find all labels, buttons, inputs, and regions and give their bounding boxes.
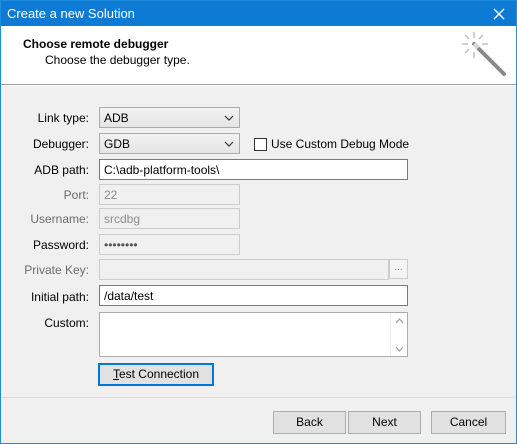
port-label: Port: bbox=[63, 188, 89, 202]
browse-button[interactable]: ... bbox=[389, 259, 408, 279]
close-icon bbox=[493, 8, 505, 19]
cancel-button[interactable]: Cancel bbox=[431, 411, 506, 434]
close-button[interactable] bbox=[482, 1, 516, 26]
private-key-label: Private Key: bbox=[24, 263, 89, 277]
password-label: Password: bbox=[32, 238, 89, 252]
debugger-value: GDB bbox=[104, 137, 131, 151]
footer-divider bbox=[1, 397, 516, 398]
test-connection-label: est Connection bbox=[118, 367, 200, 381]
back-button[interactable]: Back bbox=[273, 411, 346, 434]
scroll-up-icon[interactable] bbox=[395, 318, 404, 324]
adb-path-label: ADB path: bbox=[34, 163, 89, 177]
magic-wand-icon bbox=[462, 32, 506, 76]
initial-path-input[interactable]: /data/test bbox=[99, 285, 408, 306]
password-input[interactable]: •••••••• bbox=[99, 234, 240, 255]
custom-debug-mode-checkbox[interactable]: Use Custom Debug Mode bbox=[254, 137, 409, 151]
divider bbox=[1, 85, 516, 86]
private-key-input[interactable] bbox=[99, 259, 389, 280]
custom-label: Custom: bbox=[44, 316, 89, 330]
username-input[interactable]: srcdbg bbox=[99, 208, 240, 229]
title-bar: Create a new Solution bbox=[1, 1, 516, 26]
chevron-down-icon bbox=[224, 141, 234, 147]
adb-path-input[interactable]: C:\adb-platform-tools\ bbox=[99, 159, 408, 180]
page-title: Choose remote debugger bbox=[23, 37, 169, 51]
chevron-down-icon bbox=[224, 115, 234, 121]
link-type-select[interactable]: ADB bbox=[99, 107, 240, 128]
link-type-value: ADB bbox=[104, 111, 129, 125]
window-title: Create a new Solution bbox=[7, 6, 135, 21]
debugger-select[interactable]: GDB bbox=[99, 133, 240, 154]
test-connection-button[interactable]: Test Connection bbox=[98, 363, 214, 386]
textarea-scrollbar[interactable] bbox=[390, 313, 407, 356]
next-button[interactable]: Next bbox=[348, 411, 421, 434]
scroll-down-icon[interactable] bbox=[395, 346, 404, 352]
page-subtitle: Choose the debugger type. bbox=[45, 53, 190, 67]
custom-textarea[interactable] bbox=[99, 312, 408, 357]
wizard-header: Choose remote debugger Choose the debugg… bbox=[1, 26, 516, 85]
debugger-label: Debugger: bbox=[32, 137, 89, 151]
create-solution-dialog: Create a new Solution Choose remote debu… bbox=[0, 0, 517, 444]
port-input[interactable]: 22 bbox=[99, 184, 240, 205]
custom-debug-mode-label: Use Custom Debug Mode bbox=[271, 137, 410, 151]
link-type-label: Link type: bbox=[37, 111, 89, 125]
checkbox-box[interactable] bbox=[254, 137, 267, 151]
username-label: Username: bbox=[30, 212, 89, 226]
initial-path-label: Initial path: bbox=[30, 290, 89, 304]
